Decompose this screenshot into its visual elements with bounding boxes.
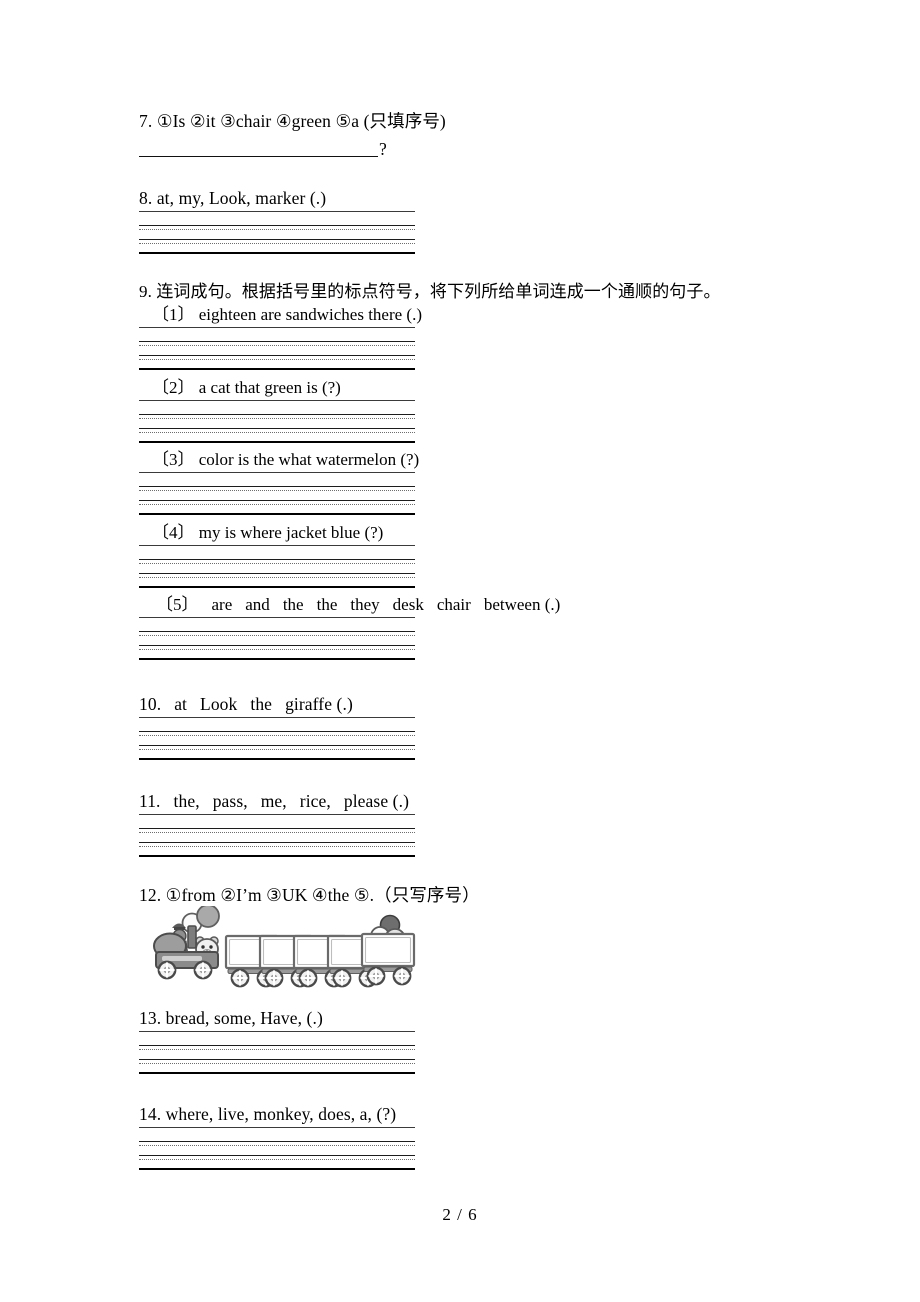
question-9-subitem-5-answer-lines[interactable]: [139, 617, 415, 660]
question-9-subitem-2: 〔2〕 a cat that green is (?): [152, 377, 341, 398]
question-9: 9. 连词成句。根据括号里的标点符号，将下列所给单词连成一个通顺的句子。: [139, 281, 721, 303]
question-8-text: at, my, Look, marker (.): [156, 188, 327, 208]
question-13-answer-lines[interactable]: [139, 1031, 415, 1074]
question-9-subitem-1-answer-lines[interactable]: [139, 327, 415, 370]
question-7-number: 7.: [139, 111, 153, 131]
question-11-word-3: me,: [260, 791, 287, 811]
question-9-subitem-5-word-6: desk: [392, 595, 424, 614]
page-number: 2 / 6: [442, 1205, 478, 1224]
question-9-subitem-3-text: color is the what watermelon (?): [198, 450, 420, 469]
question-10: 10. at Look the giraffe (.): [139, 693, 366, 715]
question-9-subitem-5-word-2: and: [245, 595, 270, 614]
question-10-answer-lines[interactable]: [139, 717, 415, 760]
question-9-subitem-1-label: 〔1〕: [152, 305, 195, 324]
question-9-subitem-5-word-7: chair: [436, 595, 471, 614]
question-10-word-3: the: [250, 694, 273, 714]
question-11-word-2: pass,: [212, 791, 248, 811]
question-12: 12. ①from ②I’m ③UK ④the ⑤.（只写序号）: [139, 884, 480, 906]
question-7-answer-line[interactable]: [139, 156, 378, 157]
answer-car-5: [360, 932, 416, 986]
question-9-subitem-2-answer-lines[interactable]: [139, 400, 415, 443]
question-11-answer-lines[interactable]: [139, 814, 415, 857]
question-9-subitem-4-text: my is where jacket blue (?): [198, 523, 384, 542]
question-14: 14. where, live, monkey, does, a, (?): [139, 1103, 396, 1125]
question-11-word-4: rice,: [299, 791, 331, 811]
question-13: 13. bread, some, Have, (.): [139, 1007, 323, 1029]
question-14-answer-lines[interactable]: [139, 1127, 415, 1170]
question-10-word-4: giraffe (.): [285, 694, 353, 714]
question-9-subitem-3-label: 〔3〕: [152, 450, 195, 469]
question-9-subitem-1: 〔1〕 eighteen are sandwiches there (.): [152, 304, 422, 325]
question-8-answer-lines[interactable]: [139, 211, 415, 254]
question-11-word-5: please (.): [343, 791, 410, 811]
question-10-number: 10.: [139, 694, 162, 714]
question-9-subitem-5-word-1: are: [211, 595, 233, 614]
question-9-subitem-5: 〔5〕 are and the the they desk chair between (.): [156, 594, 573, 615]
question-9-subitem-2-text: a cat that green is (?): [198, 378, 341, 397]
locomotive: [153, 923, 219, 980]
question-11-word-1: the,: [173, 791, 200, 811]
question-9-number: 9.: [139, 282, 152, 301]
question-13-number: 13.: [139, 1008, 162, 1028]
question-7-answer-punctuation: ?: [379, 139, 387, 159]
question-8-number: 8.: [139, 188, 153, 208]
worksheet-page: 7. ①Is ②it ③chair ④green ⑤a (只填序号) ? 8. …: [0, 0, 920, 1302]
question-10-word-2: Look: [200, 694, 238, 714]
question-12-text: ①from ②I’m ③UK ④the ⑤.（只写序号）: [165, 885, 480, 905]
question-9-subitem-5-word-5: they: [350, 595, 380, 614]
question-11: 11. the, pass, me, rice, please (.): [139, 790, 422, 812]
question-9-subitem-5-label: 〔5〕: [156, 595, 199, 614]
question-9-subitem-1-text: eighteen are sandwiches there (.): [198, 305, 422, 324]
question-9-subitem-5-word-3: the: [282, 595, 304, 614]
train-illustration: [153, 906, 416, 988]
question-14-number: 14.: [139, 1104, 162, 1124]
question-9-subitem-4-answer-lines[interactable]: [139, 545, 415, 588]
question-8: 8. at, my, Look, marker (.): [139, 187, 326, 209]
question-13-text: bread, some, Have, (.): [165, 1008, 323, 1028]
question-12-number: 12.: [139, 885, 162, 905]
question-9-subitem-5-word-8: between (.): [483, 595, 561, 614]
question-9-subitem-2-label: 〔2〕: [152, 378, 195, 397]
question-14-text: where, live, monkey, does, a, (?): [165, 1104, 397, 1124]
question-9-subitem-5-word-4: the: [316, 595, 338, 614]
question-9-subitem-4-label: 〔4〕: [152, 523, 195, 542]
question-9-subitem-4: 〔4〕 my is where jacket blue (?): [152, 522, 383, 543]
question-7: 7. ①Is ②it ③chair ④green ⑤a (只填序号): [139, 110, 446, 132]
question-11-number: 11.: [139, 791, 161, 811]
question-7-text: ①Is ②it ③chair ④green ⑤a (只填序号): [156, 111, 446, 131]
question-9-subitem-3-answer-lines[interactable]: [139, 472, 415, 515]
question-10-word-1: at: [174, 694, 188, 714]
question-9-text: 连词成句。根据括号里的标点符号，将下列所给单词连成一个通顺的句子。: [156, 282, 721, 301]
question-9-subitem-3: 〔3〕 color is the what watermelon (?): [152, 449, 419, 470]
